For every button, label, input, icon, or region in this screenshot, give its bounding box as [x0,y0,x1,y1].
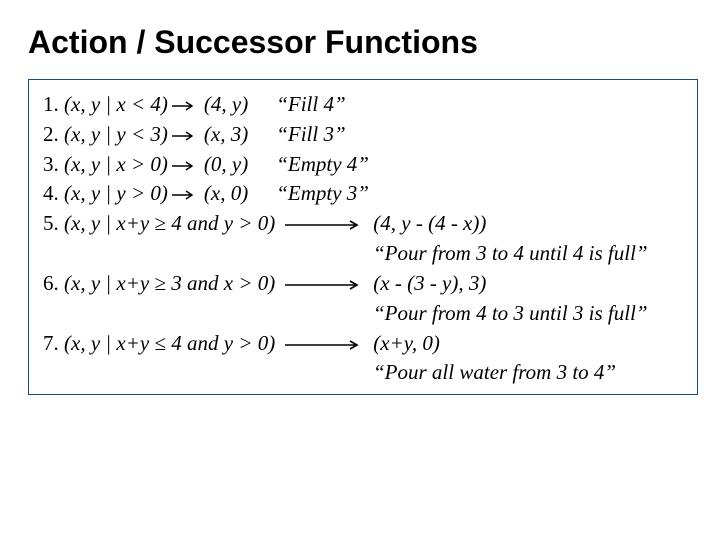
rule-number: 4. [43,179,59,209]
rule-5: 5. (x, y | x+y ≥ 4 and y > 0) (4, y - (4… [43,209,683,239]
rule-2: 2. (x, y | y < 3) (x, 3) “Fill 3” [43,120,683,150]
rule-number: 3. [43,150,59,180]
slide: Action / Successor Functions 1. (x, y | … [0,0,720,413]
result-state: (0, y) [204,150,248,180]
action-label: “Fill 3” [276,120,345,150]
rule-number: 7. [43,329,59,359]
arrow-icon [172,150,198,180]
rule-6: 6. (x, y | x+y ≥ 3 and x > 0) (x - (3 - … [43,269,683,299]
result-state: (4, y) [204,90,248,120]
rule-number: 1. [43,90,59,120]
content-box: 1. (x, y | x < 4) (4, y) “Fill 4” 2. (x,… [28,79,698,395]
rule-6-label: “Pour from 4 to 3 until 3 is full” [43,299,683,329]
precondition: (x, y | y < 3) [64,120,168,150]
rule-number: 5. [43,209,59,239]
slide-title: Action / Successor Functions [28,24,692,61]
precondition: (x, y | x > 0) [64,150,168,180]
result-state: (x - (3 - y), 3) [373,269,486,299]
action-label: “Pour from 3 to 4 until 4 is full” [373,239,648,269]
action-label: “Empty 3” [276,179,369,209]
rule-4: 4. (x, y | y > 0) (x, 0) “Empty 3” [43,179,683,209]
result-state: (x, 3) [204,120,248,150]
precondition: (x, y | x+y ≤ 4 and y > 0) [64,329,275,359]
arrow-icon [172,179,198,209]
arrow-icon [172,120,198,150]
result-state: (x, 0) [204,179,248,209]
rule-7: 7. (x, y | x+y ≤ 4 and y > 0) (x+y, 0) [43,329,683,359]
arrow-icon [172,90,198,120]
rule-number: 2. [43,120,59,150]
action-label: “Pour all water from 3 to 4” [373,358,616,388]
rule-1: 1. (x, y | x < 4) (4, y) “Fill 4” [43,90,683,120]
arrow-long-icon [285,329,363,359]
action-label: “Empty 4” [276,150,369,180]
rule-5-label: “Pour from 3 to 4 until 4 is full” [43,239,683,269]
arrow-long-icon [285,209,363,239]
precondition: (x, y | x < 4) [64,90,168,120]
precondition: (x, y | x+y ≥ 4 and y > 0) [64,209,275,239]
rule-7-label: “Pour all water from 3 to 4” [43,358,683,388]
result-state: (4, y - (4 - x)) [373,209,486,239]
precondition: (x, y | y > 0) [64,179,168,209]
rule-number: 6. [43,269,59,299]
rule-3: 3. (x, y | x > 0) (0, y) “Empty 4” [43,150,683,180]
action-label: “Fill 4” [276,90,345,120]
result-state: (x+y, 0) [373,329,440,359]
action-label: “Pour from 4 to 3 until 3 is full” [373,299,648,329]
precondition: (x, y | x+y ≥ 3 and x > 0) [64,269,275,299]
arrow-long-icon [285,269,363,299]
